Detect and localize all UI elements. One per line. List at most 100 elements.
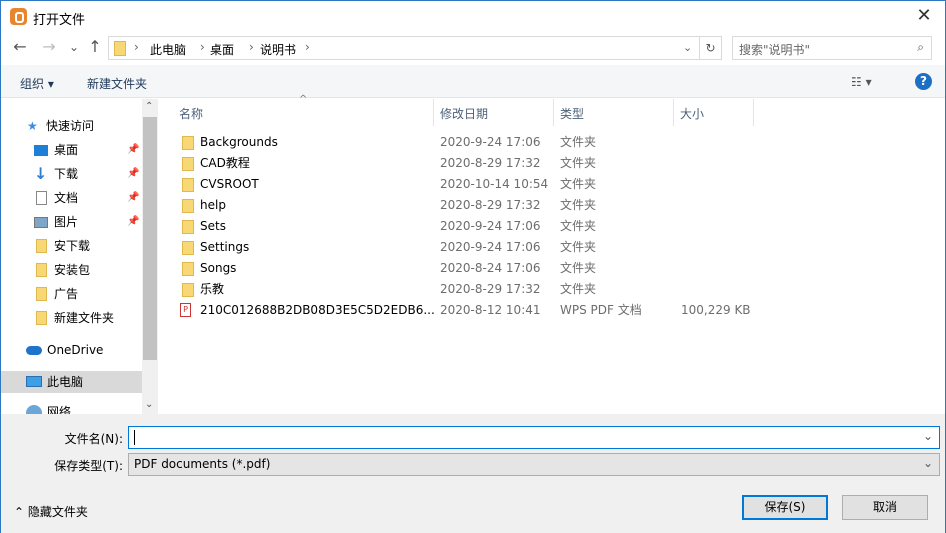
file-date: 2020-9-24 17:06 — [440, 240, 541, 254]
chevron-right-icon: › — [134, 40, 139, 54]
filename-input[interactable]: ⌄ — [128, 426, 940, 449]
back-button[interactable]: ← — [10, 37, 30, 56]
document-icon — [36, 191, 47, 205]
app-icon — [10, 8, 27, 25]
chevron-right-icon: › — [200, 40, 205, 54]
pdf-file-icon: P — [180, 303, 191, 317]
file-type: 文件夹 — [560, 240, 597, 254]
breadcrumb-this-pc[interactable]: 此电脑 — [150, 41, 186, 58]
file-date: 2020-8-29 17:32 — [440, 198, 541, 212]
file-name: Settings — [200, 240, 250, 254]
breadcrumb-desktop[interactable]: 桌面 — [210, 41, 234, 58]
column-header-size[interactable]: 大小 — [680, 105, 704, 122]
refresh-button[interactable]: ↻ — [700, 36, 722, 60]
sidebar-item-folder[interactable]: 安下载 — [1, 235, 142, 257]
column-header-name[interactable]: 名称 — [179, 105, 203, 122]
recent-locations-button[interactable]: ⌄ — [64, 40, 84, 54]
close-button[interactable]: ✕ — [906, 5, 942, 29]
sidebar-item-label: 安装包 — [54, 263, 91, 277]
file-type: 文件夹 — [560, 135, 597, 149]
file-row[interactable]: CVSROOT 2020-10-14 10:54 文件夹 — [171, 174, 771, 195]
search-placeholder: 搜索"说明书" — [739, 43, 811, 57]
network-icon — [26, 405, 42, 414]
view-options-button[interactable]: ☷ ▾ — [851, 75, 872, 89]
file-row[interactable]: Backgrounds 2020-9-24 17:06 文件夹 — [171, 132, 771, 153]
computer-icon — [26, 376, 42, 387]
folder-icon — [182, 262, 194, 276]
column-header-date[interactable]: 修改日期 — [440, 105, 488, 122]
folder-icon — [36, 311, 47, 325]
sidebar-item-pictures[interactable]: 图片 📌 — [1, 211, 142, 233]
folder-icon — [36, 239, 47, 253]
file-type: 文件夹 — [560, 198, 597, 212]
address-dropdown-icon[interactable]: ⌄ — [683, 41, 692, 54]
filename-label: 文件名(N): — [64, 432, 123, 446]
sidebar-scrollbar-thumb[interactable] — [143, 117, 157, 360]
address-bar[interactable]: › 此电脑 › 桌面 › 说明书 › ⌄ — [108, 36, 700, 60]
scroll-up-icon[interactable]: ⌃ — [145, 101, 153, 112]
save-button[interactable]: 保存(S) — [742, 495, 828, 520]
file-row[interactable]: CAD教程 2020-8-29 17:32 文件夹 — [171, 153, 771, 174]
folder-icon — [182, 199, 194, 213]
file-row[interactable]: 乐教 2020-8-29 17:32 文件夹 — [171, 279, 771, 300]
text-cursor — [134, 430, 135, 445]
file-row[interactable]: help 2020-8-29 17:32 文件夹 — [171, 195, 771, 216]
file-name: CAD教程 — [200, 156, 250, 170]
folder-icon — [36, 287, 47, 301]
pin-icon: 📌 — [127, 192, 140, 203]
file-row[interactable]: Settings 2020-9-24 17:06 文件夹 — [171, 237, 771, 258]
file-date: 2020-8-29 17:32 — [440, 156, 541, 170]
hide-folders-button[interactable]: ⌃ 隐藏文件夹 — [14, 503, 88, 520]
sidebar-item-downloads[interactable]: ↓ 下载 📌 — [1, 163, 142, 185]
sidebar-item-network[interactable]: 网络 — [1, 401, 142, 414]
column-divider[interactable] — [553, 99, 554, 126]
sidebar-item-label: 广告 — [54, 287, 79, 301]
search-input[interactable]: 搜索"说明书" ⌕ — [732, 36, 932, 60]
sidebar-item-label: 安下载 — [54, 239, 91, 253]
sidebar-item-label: 下载 — [54, 167, 79, 181]
chevron-right-icon: › — [249, 40, 254, 54]
sidebar-item-this-pc[interactable]: 此电脑 — [1, 371, 142, 393]
sidebar-item-label: 文档 — [54, 191, 79, 205]
scroll-down-icon[interactable]: ⌄ — [145, 399, 153, 410]
column-divider[interactable] — [433, 99, 434, 126]
sidebar-item-label: 图片 — [54, 215, 79, 229]
search-icon: ⌕ — [917, 40, 924, 54]
file-row[interactable]: P 210C012688B2DB08D3E5C5D2EDB6... 2020-8-1… — [171, 300, 771, 321]
desktop-icon — [34, 145, 48, 156]
file-name: 乐教 — [200, 282, 225, 296]
sidebar-item-folder[interactable]: 安装包 — [1, 259, 142, 281]
column-divider[interactable] — [753, 99, 754, 126]
file-row[interactable]: Sets 2020-9-24 17:06 文件夹 — [171, 216, 771, 237]
file-date: 2020-10-14 10:54 — [440, 177, 549, 191]
sidebar-item-folder[interactable]: 新建文件夹 — [1, 307, 142, 329]
folder-icon — [182, 241, 194, 255]
sidebar-item-quick-access[interactable]: ★ 快速访问 — [1, 115, 142, 137]
sidebar-item-onedrive[interactable]: OneDrive — [1, 339, 142, 361]
column-divider[interactable] — [673, 99, 674, 126]
breadcrumb-manual[interactable]: 说明书 — [260, 41, 296, 58]
help-button[interactable]: ? — [915, 73, 932, 90]
file-date: 2020-9-24 17:06 — [440, 219, 541, 233]
folder-icon — [182, 157, 194, 171]
new-folder-button[interactable]: 新建文件夹 — [87, 75, 147, 92]
forward-button[interactable]: → — [39, 37, 59, 56]
sidebar-item-desktop[interactable]: 桌面 📌 — [1, 139, 142, 161]
sidebar-item-folder[interactable]: 广告 — [1, 283, 142, 305]
cloud-icon — [26, 346, 42, 355]
sidebar-item-documents[interactable]: 文档 📌 — [1, 187, 142, 209]
chevron-right-icon: › — [305, 40, 310, 54]
folder-icon — [114, 41, 126, 56]
chevron-down-icon[interactable]: ⌄ — [923, 429, 933, 443]
up-button[interactable]: ↑ — [85, 37, 105, 56]
organize-button[interactable]: 组织 ▾ — [20, 75, 54, 92]
file-date: 2020-8-24 17:06 — [440, 261, 541, 275]
cancel-button[interactable]: 取消 — [842, 495, 928, 520]
sidebar-item-label: 桌面 — [54, 143, 79, 157]
folder-icon — [182, 178, 194, 192]
column-header-type[interactable]: 类型 — [560, 105, 584, 122]
file-name: Backgrounds — [200, 135, 278, 149]
filetype-select[interactable]: PDF documents (*.pdf) ⌄ — [128, 453, 940, 476]
file-type: 文件夹 — [560, 282, 597, 296]
file-row[interactable]: Songs 2020-8-24 17:06 文件夹 — [171, 258, 771, 279]
